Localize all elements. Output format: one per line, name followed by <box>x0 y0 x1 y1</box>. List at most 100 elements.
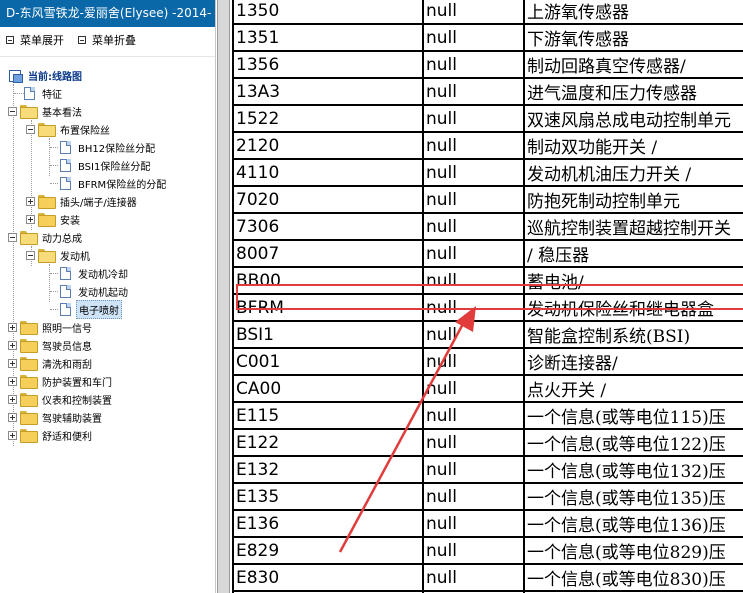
collapse-toggle-icon[interactable] <box>26 250 35 260</box>
tree-item-label: 舒适和便利 <box>42 431 92 443</box>
description-cell: 巡航控制装置超越控制开关 <box>523 212 743 241</box>
tree-folder-connectors[interactable]: 插头/端子/连接器 <box>26 192 139 210</box>
ref-cell: null <box>422 536 525 565</box>
description-cell: / 稳压器 <box>523 239 743 268</box>
table-row[interactable]: 13A3 null 进气温度和压力传感器 <box>232 77 743 106</box>
divider <box>0 56 215 57</box>
table-row[interactable]: 7306 null 巡航控制装置超越控制开关 <box>232 212 743 241</box>
tree-folder-comfort[interactable]: 舒适和便利 <box>8 426 94 444</box>
table-row[interactable]: 1350 null 上游氧传感器 <box>232 0 743 25</box>
code-cell: E132 <box>232 455 424 484</box>
table-row[interactable]: E135 null 一个信息(或等电位135)压 <box>232 482 743 511</box>
collapse-menu-button[interactable]: 菜单折叠 <box>78 32 136 48</box>
ref-cell: null <box>422 320 525 349</box>
tree-folder-lighting[interactable]: 照明一信号 <box>8 318 94 336</box>
tree-folder-wash[interactable]: 清洗和雨刮 <box>8 354 94 372</box>
tree-folder-driver-info[interactable]: 驾驶员信息 <box>8 336 94 354</box>
tree-folder-engine[interactable]: 发动机 <box>26 246 92 264</box>
expand-menu-button[interactable]: 菜单展开 <box>6 32 64 48</box>
folder-icon <box>38 195 56 209</box>
tree-folder-basic[interactable]: 基本看法 <box>8 102 84 120</box>
expand-toggle-icon[interactable] <box>8 412 17 422</box>
table-row[interactable]: 1356 null 制动回路真空传感器/ <box>232 50 743 79</box>
description-cell: 诊断连接器/ <box>523 347 743 376</box>
folder-open-icon <box>38 249 56 263</box>
code-cell: E135 <box>232 482 424 511</box>
table-row[interactable]: E115 null 一个信息(或等电位115)压 <box>232 401 743 430</box>
table-row[interactable]: E122 null 一个信息(或等电位122)压 <box>232 428 743 457</box>
tree-root[interactable]: 当前:线路图 <box>8 66 84 84</box>
table-row[interactable]: E136 null 一个信息(或等电位136)压 <box>232 509 743 538</box>
tree-item-injection[interactable]: 电子喷射 <box>60 299 122 319</box>
expand-toggle-icon[interactable] <box>8 322 17 332</box>
collapse-toggle-icon[interactable] <box>8 106 17 116</box>
code-cell: BB00 <box>232 266 424 295</box>
tree-item-label: 防护装置和车门 <box>42 377 112 389</box>
expand-toggle-icon[interactable] <box>8 376 17 386</box>
table-row[interactable]: C001 null 诊断连接器/ <box>232 347 743 376</box>
description-cell: 一个信息(或等电位115)压 <box>523 401 743 430</box>
ref-cell: null <box>422 509 525 538</box>
table-row[interactable]: 1522 null 双速风扇总成电动控制单元 <box>232 104 743 133</box>
tree-item-label: 特征 <box>42 89 62 101</box>
tree-item-label: 插头/端子/连接器 <box>60 197 137 209</box>
collapse-toggle-icon[interactable] <box>8 232 17 242</box>
tree-folder-fuse-layout[interactable]: 布置保险丝 <box>26 120 112 138</box>
document-icon <box>24 86 35 100</box>
tree-item-feature[interactable]: 特征 <box>24 84 64 102</box>
table-row[interactable]: E830 null 一个信息(或等电位830)压 <box>232 563 743 592</box>
tree-folder-assist[interactable]: 驾驶辅助装置 <box>8 408 104 426</box>
folder-icon <box>38 213 56 227</box>
table-row[interactable]: CA00 null 点火开关 / <box>232 374 743 403</box>
tree-folder-protection[interactable]: 防护装置和车门 <box>8 372 114 390</box>
table-row[interactable]: 8007 null / 稳压器 <box>232 239 743 268</box>
ref-cell: null <box>422 563 525 592</box>
tree-folder-powertrain[interactable]: 动力总成 <box>8 228 84 246</box>
tree-item-label: BFRM保险丝的分配 <box>78 179 167 191</box>
tree-item-bh12[interactable]: BH12保险丝分配 <box>60 138 157 156</box>
expand-toggle-icon[interactable] <box>26 214 35 224</box>
code-cell: BFRM <box>232 293 424 322</box>
ref-cell: null <box>422 266 525 295</box>
tree-item-engine-cooling[interactable]: 发动机冷却 <box>60 264 130 282</box>
description-cell: 一个信息(或等电位135)压 <box>523 482 743 511</box>
description-cell: 点火开关 / <box>523 374 743 403</box>
table-row[interactable]: 2120 null 制动双功能开关 / <box>232 131 743 160</box>
code-cell: 8007 <box>232 239 424 268</box>
description-cell: 一个信息(或等电位830)压 <box>523 563 743 592</box>
expand-toggle-icon[interactable] <box>8 394 17 404</box>
table-row[interactable]: BSI1 null 智能盒控制系统(BSI) <box>232 320 743 349</box>
code-cell: 4110 <box>232 158 424 187</box>
expand-toggle-icon[interactable] <box>26 196 35 206</box>
expand-toggle-icon[interactable] <box>8 340 17 350</box>
collapse-menu-label: 菜单折叠 <box>92 34 136 47</box>
tree-folder-instruments[interactable]: 仪表和控制装置 <box>8 390 114 408</box>
document-icon <box>60 140 71 154</box>
table-row[interactable]: 7020 null 防抱死制动控制单元 <box>232 185 743 214</box>
tree-item-bfrm[interactable]: BFRM保险丝的分配 <box>60 174 168 192</box>
description-cell: 发动机保险丝和继电器盒 <box>523 293 743 322</box>
tree-item-label: 安装 <box>60 215 80 227</box>
tree-folder-install[interactable]: 安装 <box>26 210 82 228</box>
tree-item-label: 驾驶辅助装置 <box>42 413 102 425</box>
table-row[interactable]: BB00 null 蓄电池/ <box>232 266 743 295</box>
content-pane: 1350 null 上游氧传感器 1351 null 下游氧传感器 1356 null 制动回路… <box>230 0 743 593</box>
table-row[interactable]: E829 null 一个信息(或等电位829)压 <box>232 536 743 565</box>
tree-item-label: 发动机起动 <box>78 287 128 299</box>
expand-toggle-icon[interactable] <box>8 430 17 440</box>
description-cell: 发动机机油压力开关 / <box>523 158 743 187</box>
tree-line <box>49 264 50 302</box>
table-row[interactable]: BFRM null 发动机保险丝和继电器盒 <box>232 293 743 322</box>
pane-splitter[interactable] <box>217 0 230 593</box>
table-row[interactable]: 1351 null 下游氧传感器 <box>232 23 743 52</box>
expand-toggle-icon[interactable] <box>8 358 17 368</box>
table-row[interactable]: 4110 null 发动机机油压力开关 / <box>232 158 743 187</box>
tree-line <box>50 291 58 292</box>
tree-item-bsi1[interactable]: BSI1保险丝分配 <box>60 156 152 174</box>
tree-item-engine-start[interactable]: 发动机起动 <box>60 282 130 300</box>
tree-root-label: 当前:线路图 <box>28 71 82 83</box>
diagram-icon <box>8 68 23 83</box>
collapse-toggle-icon[interactable] <box>26 124 35 134</box>
table-row[interactable]: E132 null 一个信息(或等电位132)压 <box>232 455 743 484</box>
description-cell: 一个信息(或等电位122)压 <box>523 428 743 457</box>
